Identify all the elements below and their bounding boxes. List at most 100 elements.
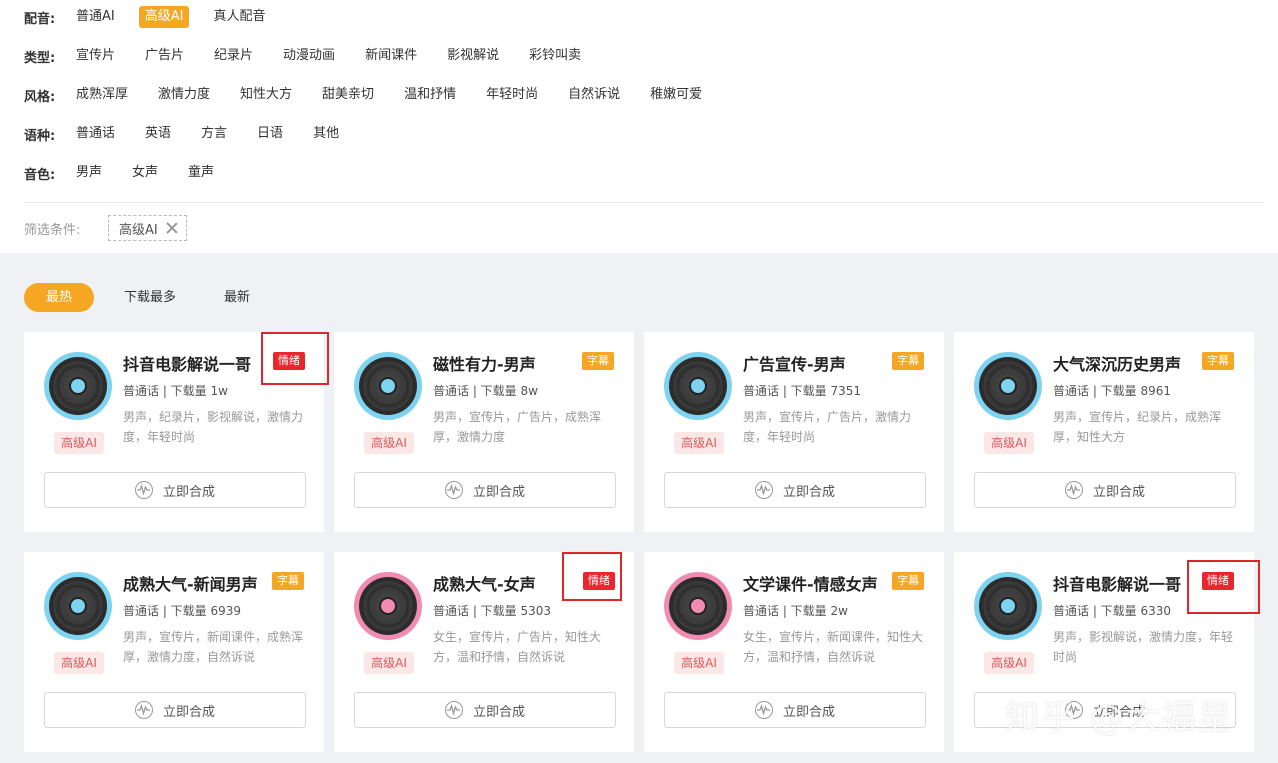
filter-option-style[interactable]: 激情力度	[158, 84, 210, 106]
voice-name[interactable]: 抖音电影解说一哥	[1053, 571, 1181, 595]
feature-badge: 字幕	[1202, 352, 1234, 370]
voice-name[interactable]: 大气深沉历史男声	[1053, 351, 1181, 375]
voice-card[interactable]: 高级AI 磁性有力-男声 字幕普通话 | 下载量 8w 男声，宣传片，广告片，成熟浑厚…	[334, 332, 634, 532]
synthesize-button[interactable]: 立即合成	[44, 692, 306, 728]
filter-option-style[interactable]: 温和抒情	[404, 84, 456, 106]
voice-name[interactable]: 抖音电影解说一哥	[123, 351, 251, 375]
vinyl-record-icon[interactable]	[44, 352, 112, 420]
highlight-box	[261, 332, 329, 385]
filter-label-style: 风格:	[24, 89, 56, 105]
filter-option-style[interactable]: 甜美亲切	[322, 84, 374, 106]
voice-card[interactable]: 高级AI 文学课件-情感女声 字幕 普通话 | 下载量 2w 女生，宣传片，新闻课件，知…	[644, 552, 944, 752]
voice-card[interactable]: 高级AI 成熟大气-新闻男声 字幕 普通话 | 下载量 6939 男声，宣传片，新闻课件…	[24, 552, 324, 752]
voice-meta: 普通话 | 下载量 7351	[743, 384, 862, 398]
voice-meta: 普通话 | 下载量 2w	[743, 604, 848, 618]
filter-row-style: 风格: 成熟浑厚 激情力度 知性大方 甜美亲切 温和抒情 年轻时尚 自然诉说 稚…	[24, 84, 732, 106]
synthesize-label: 立即合成	[162, 704, 215, 720]
filter-option-type[interactable]: 宣传片	[76, 45, 115, 67]
filter-option-type[interactable]: 动漫动画	[283, 45, 335, 67]
voice-name[interactable]: 文学课件-情感女声	[743, 571, 878, 595]
voice-meta: 普通话 | 下载量 1w	[123, 384, 228, 398]
filter-option-type[interactable]: 新闻课件	[365, 45, 417, 67]
filter-option-human-voice[interactable]: 真人配音	[213, 6, 265, 28]
filter-option-style[interactable]: 年轻时尚	[486, 84, 538, 106]
filter-option-language[interactable]: 普通话	[76, 123, 115, 145]
conditions-label: 筛选条件:	[24, 222, 81, 238]
vinyl-record-icon[interactable]	[354, 572, 422, 640]
tier-badge: 高级AI	[364, 652, 414, 674]
filter-option-style[interactable]: 成熟浑厚	[76, 84, 128, 106]
filter-label-voice: 配音:	[24, 11, 56, 27]
filter-option-normal-ai[interactable]: 普通AI	[76, 6, 115, 28]
waveform-icon	[134, 701, 153, 719]
tier-badge: 高级AI	[674, 652, 724, 674]
feature-badge: 字幕	[582, 352, 614, 370]
filter-option-type[interactable]: 影视解说	[447, 45, 499, 67]
voice-name[interactable]: 成熟大气-女声	[433, 571, 536, 595]
voice-name[interactable]: 广告宣传-男声	[743, 351, 846, 375]
synthesize-button[interactable]: 立即合成	[44, 472, 306, 508]
filter-option-timbre[interactable]: 女声	[132, 162, 158, 184]
feature-badge: 字幕	[272, 572, 304, 590]
voice-meta: 普通话 | 下载量 8961	[1053, 384, 1172, 398]
waveform-icon	[1064, 481, 1083, 499]
filter-option-timbre[interactable]: 男声	[76, 162, 102, 184]
tier-badge: 高级AI	[364, 432, 414, 454]
voice-tags: 男声，宣传片，新闻课件，成熟浑厚，激情力度，自然诉说	[123, 630, 304, 664]
voice-tags: 男声，宣传片，广告片，激情力度，年轻时尚	[743, 410, 912, 444]
filter-option-style[interactable]: 稚嫩可爱	[650, 84, 702, 106]
filter-option-language[interactable]: 英语	[145, 123, 171, 145]
vinyl-record-icon[interactable]	[44, 572, 112, 640]
filter-option-type[interactable]: 广告片	[145, 45, 184, 67]
synthesize-button[interactable]: 立即合成	[664, 692, 926, 728]
filter-panel: 配音: 普通AI 高级AI 真人配音 类型: 宣传片 广告片 纪录片 动漫动画 …	[0, 0, 1278, 253]
filter-option-language[interactable]: 方言	[201, 123, 227, 145]
feature-badge: 字幕	[892, 352, 924, 370]
voice-tags: 男声，宣传片，广告片，成熟浑厚，激情力度	[433, 410, 602, 444]
filter-option-type[interactable]: 纪录片	[214, 45, 253, 67]
waveform-icon	[444, 481, 463, 499]
sort-hottest[interactable]: 最热	[24, 283, 94, 312]
vinyl-record-icon[interactable]	[664, 572, 732, 640]
active-filter-conditions: 筛选条件: 高级AI	[24, 214, 187, 242]
filter-row-voice: 配音: 普通AI 高级AI 真人配音	[24, 6, 295, 28]
filter-option-language[interactable]: 其他	[313, 123, 339, 145]
filter-divider	[24, 202, 1264, 203]
filter-option-timbre[interactable]: 童声	[188, 162, 214, 184]
voice-tags: 女生，宣传片，新闻课件，知性大方，温和抒情，自然诉说	[743, 630, 924, 664]
voice-card[interactable]: 高级AI 成熟大气-女声 情绪 普通话 | 下载量 5303 女生，宣传片，广告片，知性…	[334, 552, 634, 752]
voice-card[interactable]: 高级AI 广告宣传-男声 字幕 普通话 | 下载量 7351 男声，宣传片，广告片，激情…	[644, 332, 944, 532]
filter-option-advanced-ai[interactable]: 高级AI	[138, 6, 190, 28]
sort-newest[interactable]: 最新	[224, 283, 250, 312]
filter-option-style[interactable]: 知性大方	[240, 84, 292, 106]
synthesize-label: 立即合成	[782, 704, 835, 720]
filter-label-type: 类型:	[24, 50, 56, 66]
synthesize-button[interactable]: 立即合成	[664, 472, 926, 508]
voice-meta: 普通话 | 下载量 5303	[433, 604, 552, 618]
synthesize-label: 立即合成	[1092, 484, 1145, 500]
vinyl-record-icon[interactable]	[974, 572, 1042, 640]
sort-most-downloads[interactable]: 下载最多	[124, 283, 176, 312]
waveform-icon	[134, 481, 153, 499]
filter-option-type[interactable]: 彩铃叫卖	[529, 45, 581, 67]
voice-card[interactable]: 高级AI 抖音电影解说一哥 情绪 普通话 | 下载量 1w 男声，纪录片，影视解说，激情…	[24, 332, 329, 532]
watermark: 知乎 @大福星	[1005, 698, 1234, 738]
voice-card[interactable]: 高级AI 大气深沉历史男声 字幕 普通话 | 下载量 8961 男声，宣传片，纪录片，成…	[954, 332, 1254, 532]
voice-name[interactable]: 成熟大气-新闻男声	[123, 571, 258, 595]
vinyl-record-icon[interactable]	[354, 352, 422, 420]
synthesize-label: 立即合成	[782, 484, 835, 500]
filter-option-style[interactable]: 自然诉说	[568, 84, 620, 106]
filter-row-timbre: 音色: 男声 女声 童声	[24, 162, 244, 184]
synthesize-button[interactable]: 立即合成	[974, 472, 1236, 508]
synthesize-button[interactable]: 立即合成	[354, 472, 616, 508]
vinyl-record-icon[interactable]	[974, 352, 1042, 420]
close-icon[interactable]	[166, 222, 178, 234]
synthesize-button[interactable]: 立即合成	[354, 692, 616, 728]
voice-meta: 普通话 | 下载量 6939	[123, 604, 242, 618]
voice-meta: 普通话 | 下载量 8w	[433, 384, 538, 398]
filter-option-language[interactable]: 日语	[257, 123, 283, 145]
voice-name[interactable]: 磁性有力-男声	[433, 351, 536, 375]
filter-row-type: 类型: 宣传片 广告片 纪录片 动漫动画 新闻课件 影视解说 彩铃叫卖	[24, 45, 611, 67]
active-filter-tag-label: 高级AI	[119, 222, 158, 238]
vinyl-record-icon[interactable]	[664, 352, 732, 420]
